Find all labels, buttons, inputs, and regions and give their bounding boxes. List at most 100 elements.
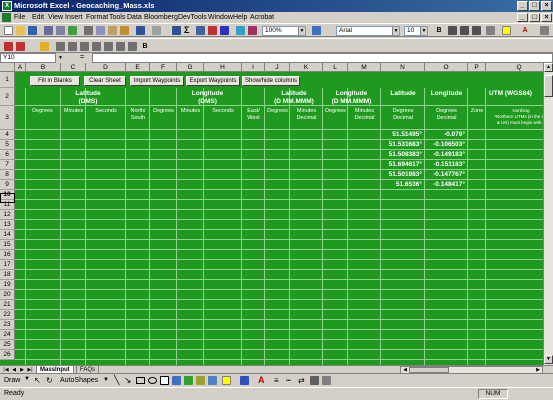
menu-bloomberg[interactable]: Bloomberg <box>144 13 178 22</box>
dash-style-icon[interactable]: ┅ <box>286 376 291 385</box>
row-header-22[interactable]: 22 <box>0 310 15 320</box>
row-header-18[interactable]: 18 <box>0 270 15 280</box>
bold-button[interactable]: B <box>434 26 444 36</box>
column-header-n[interactable]: N <box>381 63 425 72</box>
print-preview-icon[interactable] <box>56 26 65 35</box>
menu-insert[interactable]: Insert <box>65 13 83 22</box>
row-header-12[interactable]: 12 <box>0 210 15 220</box>
autosum-icon[interactable]: Σ <box>184 25 189 35</box>
drawing-icon[interactable] <box>248 26 257 35</box>
latitude-decimal-cell[interactable]: 51.694617° <box>381 160 425 170</box>
arrow-style-icon[interactable]: ⇄ <box>298 376 305 385</box>
undo-icon[interactable] <box>136 26 145 35</box>
sort-descending-icon[interactable] <box>220 26 229 35</box>
draw-menu-button[interactable]: Draw <box>4 377 20 384</box>
picture-icon[interactable] <box>208 376 217 385</box>
row-header-14[interactable]: 14 <box>0 230 15 240</box>
select-all-corner[interactable] <box>0 63 15 72</box>
chevron-down-icon[interactable]: ▼ <box>24 376 30 382</box>
font-color-icon[interactable]: A <box>258 375 265 385</box>
row-header-21[interactable]: 21 <box>0 300 15 310</box>
spelling-icon[interactable] <box>68 26 77 35</box>
vertical-scrollbar[interactable]: ▲ ▼ <box>543 63 553 365</box>
rotate-icon[interactable]: ↻ <box>46 376 53 385</box>
longitude-decimal-cell[interactable]: -0.106503° <box>425 140 468 150</box>
close-button[interactable]: × <box>541 1 552 11</box>
toolbar-tool-icon[interactable] <box>116 42 125 51</box>
latitude-decimal-cell[interactable]: 51.51495° <box>381 130 425 140</box>
row-header-24[interactable]: 24 <box>0 330 15 340</box>
fill-in-blanks-button[interactable]: Fill in Blanks <box>30 76 80 86</box>
diagram-icon[interactable] <box>184 376 193 385</box>
show-hide-columns-button[interactable]: Show/hide columns <box>242 76 300 86</box>
align-center-icon[interactable] <box>460 26 469 35</box>
column-header-o[interactable]: O <box>425 63 468 72</box>
textbox-icon[interactable] <box>160 376 169 385</box>
row-header-2[interactable]: 2 <box>0 88 15 106</box>
column-header-m[interactable]: M <box>348 63 381 72</box>
new-icon[interactable] <box>4 26 13 35</box>
pdf-email-icon[interactable] <box>16 42 25 51</box>
toolbar-tool-icon[interactable] <box>80 42 89 51</box>
column-header-c[interactable]: C <box>61 63 86 72</box>
scroll-thumb[interactable] <box>544 75 553 97</box>
sort-ascending-icon[interactable] <box>208 26 217 35</box>
row-header-17[interactable]: 17 <box>0 260 15 270</box>
pdf-icon[interactable] <box>4 42 13 51</box>
name-box[interactable]: Y10 <box>0 53 56 63</box>
column-header-k[interactable]: K <box>290 63 323 72</box>
latitude-decimal-cell[interactable]: 51.6536° <box>381 180 425 190</box>
toolbar-tool-icon[interactable] <box>68 42 77 51</box>
row-header-25[interactable]: 25 <box>0 340 15 350</box>
longitude-decimal-cell[interactable]: -0.151183° <box>425 160 468 170</box>
toolbar-tool-icon[interactable] <box>92 42 101 51</box>
latitude-decimal-cell[interactable]: 51.501983° <box>381 170 425 180</box>
function-icon[interactable] <box>196 26 205 35</box>
print-icon[interactable] <box>44 26 53 35</box>
menu-file[interactable]: File <box>14 13 25 22</box>
spreadsheet-grid[interactable]: ABCDEFGHIJKLMNOPQ 1 2 3 4 5 6 7 8 9 10 11 12 13 14 15 1… <box>0 63 553 365</box>
latitude-decimal-cell[interactable]: 51.508383° <box>381 150 425 160</box>
font-size-select[interactable]: 10 ▼ <box>404 26 428 36</box>
copy-icon[interactable] <box>96 26 105 35</box>
column-header-f[interactable]: F <box>150 63 177 72</box>
paste-icon[interactable] <box>108 26 117 35</box>
toolbar-tool-icon[interactable] <box>56 42 65 51</box>
row-header-5[interactable]: 5 <box>0 140 15 150</box>
column-header-b[interactable]: B <box>26 63 61 72</box>
row-header-7[interactable]: 7 <box>0 160 15 170</box>
select-objects-icon[interactable]: ↖ <box>34 376 41 385</box>
align-right-icon[interactable] <box>472 26 481 35</box>
zoom-select[interactable]: 100% ▼ <box>262 26 306 36</box>
column-header-g[interactable]: G <box>177 63 204 72</box>
maximize-button[interactable]: □ <box>529 1 540 11</box>
row-header-8[interactable]: 8 <box>0 170 15 180</box>
menu-edit[interactable]: Edit <box>32 13 44 22</box>
doc-close-button[interactable]: × <box>541 13 552 22</box>
font-color-icon[interactable]: A <box>520 26 530 36</box>
pencil-icon[interactable] <box>40 42 49 51</box>
rectangle-icon[interactable] <box>136 377 145 384</box>
longitude-decimal-cell[interactable]: -0.079° <box>425 130 468 140</box>
cut-icon[interactable] <box>84 26 93 35</box>
line-icon[interactable]: ╲ <box>114 375 119 386</box>
hyperlink-icon[interactable] <box>172 26 181 35</box>
row-header-19[interactable]: 19 <box>0 280 15 290</box>
chevron-down-icon[interactable]: ▼ <box>392 27 399 35</box>
chevron-down-icon[interactable]: ▼ <box>103 377 109 383</box>
menu-acrobat[interactable]: Acrobat <box>250 13 274 22</box>
row-header-26[interactable]: 26 <box>0 350 15 360</box>
autoshapes-menu-button[interactable]: AutoShapes <box>60 377 98 384</box>
fill-color-icon[interactable] <box>502 26 511 35</box>
toolbar-options-icon[interactable] <box>540 26 549 35</box>
column-header-l[interactable]: L <box>323 63 348 72</box>
align-left-icon[interactable] <box>448 26 457 35</box>
row-header-4[interactable]: 4 <box>0 130 15 140</box>
3d-icon[interactable] <box>322 376 331 385</box>
menu-view[interactable]: View <box>48 13 63 22</box>
open-icon[interactable] <box>16 26 25 35</box>
borders-icon[interactable] <box>486 26 495 35</box>
chevron-down-icon[interactable]: ▼ <box>420 27 427 35</box>
menu-window[interactable]: Window <box>208 13 233 22</box>
bold-tool-button[interactable]: B <box>140 42 150 52</box>
